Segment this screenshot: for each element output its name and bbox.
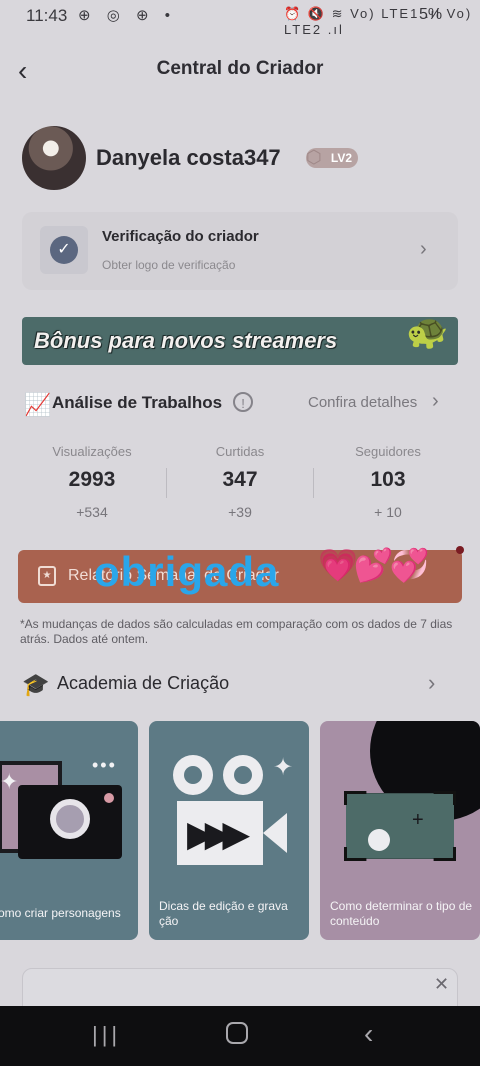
stat-label-views: Visualizações bbox=[52, 444, 132, 459]
stat-delta-views: +534 bbox=[76, 504, 108, 520]
stat-label-followers: Seguidores bbox=[355, 444, 421, 459]
verification-title: Verificação do criador bbox=[102, 228, 259, 245]
reel-icon bbox=[223, 755, 263, 795]
chevron-right-icon: › bbox=[420, 238, 427, 260]
academy-card-label: Como determinar o tipo de conteúdo bbox=[330, 899, 473, 928]
sparkle-icon: ✦ bbox=[273, 754, 294, 781]
sticker-text-overlay: obrigada bbox=[94, 548, 280, 595]
notification-icons: ⊕ ◎ ⊕ • bbox=[78, 7, 176, 24]
signal-icons: ⏰ 🔇 ≋ Vo) LTE1 .ıl Vo) LTE2 .ıl bbox=[284, 6, 473, 37]
home-icon[interactable] bbox=[226, 1022, 248, 1044]
academy-card-label: Dicas de edição e grava ção bbox=[159, 899, 288, 928]
stat-value-likes: 347 bbox=[222, 468, 258, 491]
academy-card-editing[interactable]: ✦ ▶▶▶ Dicas de edição e grava ção bbox=[149, 721, 309, 940]
mascot-icon: 🐢 bbox=[406, 313, 449, 351]
camera-icon bbox=[18, 785, 122, 859]
academy-title: Academia de Criação bbox=[57, 673, 230, 693]
close-icon[interactable]: ✕ bbox=[434, 974, 449, 995]
video-camera-icon: ▶▶▶ bbox=[177, 801, 263, 865]
info-icon[interactable]: ! bbox=[233, 392, 253, 412]
stat-value-followers: 103 bbox=[370, 468, 406, 491]
level-gem-icon: ⬡ bbox=[306, 147, 322, 167]
corner-brackets-icon bbox=[344, 791, 456, 861]
academy-card-characters[interactable]: ••• ✦ omo criar personagens bbox=[0, 721, 138, 940]
data-note: *As mudanças de dados são calculadas em … bbox=[20, 617, 453, 646]
status-bar: 11:43 ⊕ ◎ ⊕ • ⏰ 🔇 ≋ Vo) LTE1 .ıl Vo) LTE… bbox=[0, 0, 480, 37]
avatar[interactable] bbox=[22, 126, 86, 190]
report-doc-icon: ★ bbox=[38, 566, 56, 586]
nav-back-icon[interactable]: ‹ bbox=[364, 1018, 373, 1050]
dots-icon: ••• bbox=[92, 755, 117, 775]
trend-chart-icon: 📈 bbox=[24, 392, 52, 417]
notification-dot bbox=[456, 546, 464, 554]
banner-text: Bônus para novos streamers bbox=[34, 328, 338, 353]
battery-level: 5% bbox=[419, 6, 443, 23]
check-icon: ✓ bbox=[50, 236, 78, 264]
recent-apps-icon[interactable]: ||| bbox=[92, 1022, 121, 1048]
hearts-sticker-icon: 💗💕💞 bbox=[318, 547, 430, 583]
sparkle-icon: ✦ bbox=[0, 769, 19, 794]
analysis-title: Análise de Trabalhos bbox=[52, 393, 223, 412]
stat-label-likes: Curtidas bbox=[215, 444, 265, 459]
details-link[interactable]: Confira detalhes bbox=[308, 394, 417, 411]
academy-card-content-type[interactable]: + Como determinar o tipo de conteúdo bbox=[320, 721, 480, 940]
chevron-right-icon[interactable]: › bbox=[432, 390, 439, 413]
verification-subtitle: Obter logo de verificação bbox=[102, 258, 236, 272]
camera-lens-icon bbox=[263, 813, 287, 853]
graduation-cap-icon: 🎓 bbox=[22, 672, 50, 697]
username: Danyela costa347 bbox=[96, 145, 281, 170]
page-title: Central do Criador bbox=[156, 58, 324, 79]
stat-value-views: 2993 bbox=[68, 468, 116, 491]
chevron-right-icon[interactable]: › bbox=[428, 670, 435, 696]
academy-card-label: omo criar personagens bbox=[0, 906, 121, 920]
stat-delta-likes: +39 bbox=[228, 504, 252, 520]
status-time: 11:43 bbox=[26, 6, 68, 25]
reel-icon bbox=[173, 755, 213, 795]
stat-delta-followers: + 10 bbox=[374, 504, 402, 520]
